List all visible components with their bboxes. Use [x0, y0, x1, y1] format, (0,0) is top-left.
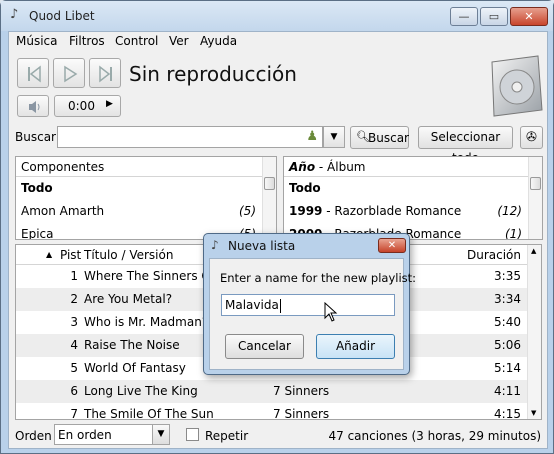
library-summary: 47 canciones (3 horas, 29 minutos) [328, 429, 541, 443]
quodlibet-icon: ♪ [211, 238, 219, 252]
order-select[interactable]: En orden ▼ [54, 424, 170, 445]
menu-ayuda[interactable]: Ayuda [200, 34, 237, 48]
next-button[interactable] [89, 58, 121, 88]
cancel-button[interactable]: Cancelar [225, 334, 304, 359]
album-pane[interactable]: Año - Álbum Todo 1999 - Razorblade Roman… [283, 156, 543, 240]
close-icon: ✕ [387, 240, 397, 251]
column-title[interactable]: Título / Versión [84, 248, 173, 262]
tools-icon: ✇ [526, 130, 537, 145]
artist-pane[interactable]: Componentes Todo Amon Amarth(5) Epica(5) [15, 156, 277, 240]
album-pane-header[interactable]: Año - Álbum [284, 157, 542, 177]
sort-ascending-icon: ▲ [46, 250, 53, 259]
next-icon [99, 65, 112, 83]
main-window: ♪ Quod Libet — ▭ ✕ Música Filtros Contro… [0, 0, 554, 454]
close-button[interactable]: ✕ [510, 7, 548, 26]
chevron-down-icon: ▼ [330, 132, 338, 142]
search-input[interactable]: ♟ [57, 126, 323, 148]
time-display: 0:00 [68, 99, 95, 113]
repeat-label[interactable]: Repetir [205, 429, 248, 443]
time-seek-button[interactable]: 0:00 ▶ [54, 95, 121, 117]
volume-icon [29, 101, 40, 113]
maximize-button[interactable]: ▭ [480, 7, 508, 26]
minimize-button[interactable]: — [450, 7, 478, 26]
title-bar[interactable]: ♪ Quod Libet — ▭ ✕ [1, 1, 553, 31]
dialog-close-button[interactable]: ✕ [378, 238, 406, 253]
dialog-body: Enter a name for the new playlist: Malav… [209, 258, 416, 370]
previous-icon [28, 65, 41, 83]
table-row[interactable]: 7 The Smile Of The Sun 7 Sinners 4:15 [16, 403, 529, 419]
playlist-name-input[interactable]: Malavida [221, 294, 395, 316]
menu-control[interactable]: Control [115, 34, 158, 48]
column-duration[interactable]: Duración [467, 248, 521, 262]
select-all-button[interactable]: Seleccionar todo [418, 126, 513, 165]
list-item[interactable]: Amon Amarth (5) [16, 200, 262, 222]
add-button[interactable]: Añadir [316, 334, 395, 359]
arrow-right-icon: ▶ [106, 99, 113, 109]
chevron-down-icon: ▼ [152, 425, 169, 444]
user-icon[interactable]: ♟ [306, 129, 318, 144]
tools-button[interactable]: ✇ [520, 126, 543, 149]
menu-filtros[interactable]: Filtros [69, 34, 105, 48]
scroll-down-icon[interactable]: ▼ [531, 409, 536, 417]
artist-pane-header[interactable]: Componentes [16, 157, 276, 177]
search-button[interactable]: 🔍︎ Buscar [350, 126, 409, 149]
quodlibet-icon: ♪ [10, 7, 19, 22]
mouse-pointer-icon [324, 302, 338, 322]
volume-button[interactable] [17, 95, 49, 117]
window-title: Quod Libet [29, 9, 95, 23]
order-label: Orden [15, 429, 52, 443]
dialog-title: Nueva lista [228, 239, 296, 253]
play-button[interactable] [53, 58, 85, 88]
dialog-prompt: Enter a name for the new playlist: [220, 271, 417, 285]
menu-bar: Música Filtros Control Ver Ayuda [9, 32, 547, 52]
album-pane-scrollbar[interactable] [528, 157, 542, 239]
track-list-scrollbar[interactable]: ▲ ▼ [527, 245, 541, 419]
list-item[interactable]: Todo [284, 177, 528, 199]
text-caret [280, 299, 281, 313]
column-track-number[interactable]: Pist [60, 248, 81, 262]
previous-button[interactable] [17, 58, 49, 88]
play-icon [64, 65, 78, 83]
list-item[interactable]: 1999 - Razorblade Romance (12) [284, 200, 528, 222]
search-history-dropdown[interactable]: ▼ [323, 126, 345, 148]
menu-ver[interactable]: Ver [169, 34, 189, 48]
artist-pane-scrollbar[interactable] [262, 157, 276, 239]
search-label: Buscar [15, 130, 56, 144]
cd-case-icon [491, 55, 543, 117]
now-playing-status: Sin reproducción [129, 62, 297, 86]
repeat-checkbox[interactable] [186, 428, 199, 441]
table-row[interactable]: 6 Long Live The King 7 Sinners 4:11 [16, 380, 529, 403]
menu-musica[interactable]: Música [16, 34, 58, 48]
scroll-up-icon[interactable]: ▲ [531, 247, 536, 255]
list-item[interactable]: Todo [16, 177, 262, 199]
new-playlist-dialog: ♪ Nueva lista ✕ Enter a name for the new… [203, 233, 416, 375]
